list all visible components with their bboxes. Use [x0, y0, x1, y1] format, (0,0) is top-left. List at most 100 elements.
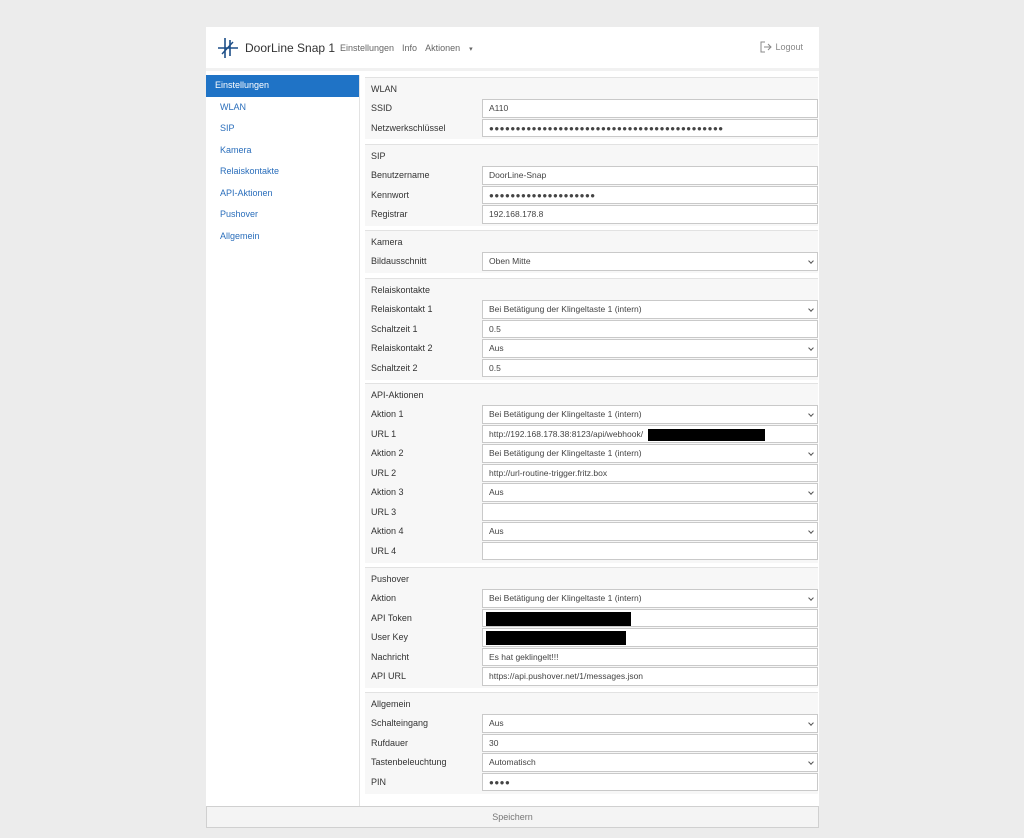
api-url3-input[interactable] [482, 502, 818, 521]
wlan-section: WLAN SSID A110 Netzwerkschlüssel ●●●●●●●… [365, 77, 818, 139]
network-key-label: Netzwerkschlüssel [371, 122, 446, 133]
sip-heading: SIP [365, 144, 818, 166]
ring-duration-input[interactable]: 30 [482, 733, 818, 752]
sip-password-row: Kennwort ●●●●●●●●●●●●●●●●●●●● [365, 185, 819, 206]
sidebar: Einstellungen WLAN SIP Kamera Relaiskont… [206, 75, 360, 806]
pushover-token-label: API Token [371, 612, 412, 623]
api-url1-input[interactable]: http://192.168.178.38:8123/api/webhook/ [482, 424, 818, 443]
api-action4-row: Aktion 4 Aus [365, 522, 819, 542]
logout-button[interactable]: Logout [760, 41, 803, 53]
api-url4-label: URL 4 [371, 545, 397, 556]
main-nav: Einstellungen Info Aktionen ▾ [340, 43, 489, 53]
api-url3-row: URL 3 [365, 502, 819, 523]
api-action1-select[interactable]: Bei Betätigung der Klingeltaste 1 (inter… [482, 405, 818, 424]
api-action4-select[interactable]: Aus [482, 522, 818, 541]
api-action1-row: Aktion 1 Bei Betätigung der Klingeltaste… [365, 405, 819, 425]
app-window: DoorLine Snap 1 Einstellungen Info Aktio… [206, 27, 819, 828]
key-light-label: Tastenbeleuchtung [371, 757, 447, 767]
sidebar-item-pushover[interactable]: Pushover [206, 204, 359, 226]
sip-registrar-label: Registrar [371, 209, 408, 219]
api-url2-input[interactable]: http://url-routine-trigger.fritz.box [482, 463, 818, 482]
nav-actions-label: Aktionen [425, 43, 461, 53]
general-ring-row: Rufdauer 30 [365, 733, 819, 754]
camera-crop-row: Bildausschnitt Oben Mitte [365, 252, 819, 272]
relay-heading: Relaiskontakte [365, 278, 818, 300]
sidebar-item-wlan[interactable]: WLAN [206, 97, 359, 119]
sip-section: SIP Benutzername DoorLine-Snap Kennwort … [365, 144, 818, 226]
caret-down-icon: ▾ [469, 46, 473, 53]
pushover-url-input[interactable]: https://api.pushover.net/1/messages.json [482, 667, 818, 686]
api-action3-select[interactable]: Aus [482, 483, 818, 502]
nav-actions[interactable]: Aktionen ▾ [425, 43, 481, 53]
pushover-action-label: Aktion [371, 593, 397, 603]
save-button[interactable]: Speichern [206, 806, 819, 828]
api-action2-label: Aktion 2 [371, 448, 404, 458]
pushover-action-select[interactable]: Bei Betätigung der Klingeltaste 1 (inter… [482, 589, 818, 608]
pushover-url-row: API URL https://api.pushover.net/1/messa… [365, 667, 819, 687]
brand[interactable]: DoorLine Snap 1 [217, 36, 335, 60]
api-action3-label: Aktion 3 [371, 487, 404, 497]
api-url1-label: URL 1 [371, 428, 397, 439]
general-input-row: Schalteingang Aus [365, 714, 819, 734]
api-heading: API-Aktionen [365, 383, 818, 405]
switch-input-select[interactable]: Aus [482, 714, 818, 733]
ring-duration-label: Rufdauer [371, 737, 409, 748]
camera-section: Kamera Bildausschnitt Oben Mitte [365, 230, 818, 273]
nav-settings[interactable]: Einstellungen [340, 43, 394, 53]
relay1-label: Relaiskontakt 1 [371, 304, 433, 314]
api-action4-label: Aktion 4 [371, 526, 404, 536]
general-pin-row: PIN ●●●● [365, 772, 819, 793]
sidebar-item-sip[interactable]: SIP [206, 118, 359, 140]
relay2-select[interactable]: Aus [482, 339, 818, 358]
pushover-message-input[interactable]: Es hat geklingelt!!! [482, 647, 818, 666]
ssid-label: SSID [371, 103, 393, 113]
sidebar-item-api-aktionen[interactable]: API-Aktionen [206, 183, 359, 205]
redacted-block [648, 428, 765, 441]
switchtime2-input[interactable]: 0.5 [482, 358, 818, 377]
api-url4-row: URL 4 [365, 541, 819, 562]
api-url2-label: URL 2 [371, 467, 397, 478]
switchtime1-row: Schaltzeit 1 0.5 [365, 319, 819, 340]
relay1-select[interactable]: Bei Betätigung der Klingeltaste 1 (inter… [482, 300, 818, 319]
relay-section: Relaiskontakte Relaiskontakt 1 Bei Betät… [365, 278, 818, 380]
logout-icon [760, 41, 773, 53]
crop-select[interactable]: Oben Mitte [482, 252, 818, 271]
top-navbar: DoorLine Snap 1 Einstellungen Info Aktio… [206, 27, 819, 71]
nav-info[interactable]: Info [402, 43, 417, 53]
api-action1-label: Aktion 1 [371, 409, 404, 419]
sidebar-item-einstellungen[interactable]: Einstellungen [206, 75, 359, 97]
brand-name: DoorLine Snap 1 [245, 41, 336, 55]
sidebar-item-relaiskontakte[interactable]: Relaiskontakte [206, 161, 359, 183]
switchtime1-input[interactable]: 0.5 [482, 319, 818, 338]
sip-user-row: Benutzername DoorLine-Snap [365, 166, 819, 186]
pushover-userkey-row: User Key [365, 628, 819, 648]
redacted-block [486, 611, 631, 626]
relay2-row: Relaiskontakt 2 Aus [365, 339, 819, 359]
api-action3-row: Aktion 3 Aus [365, 483, 819, 503]
sip-user-input[interactable]: DoorLine-Snap [482, 166, 818, 185]
relay1-row: Relaiskontakt 1 Bei Betätigung der Kling… [365, 300, 819, 320]
sip-registrar-input[interactable]: 192.168.178.8 [482, 205, 818, 224]
api-section: API-Aktionen Aktion 1 Bei Betätigung der… [365, 383, 818, 563]
pushover-userkey-label: User Key [371, 632, 409, 642]
sidebar-item-kamera[interactable]: Kamera [206, 140, 359, 162]
sidebar-item-allgemein[interactable]: Allgemein [206, 226, 359, 248]
api-url3-label: URL 3 [371, 506, 397, 517]
crop-label: Bildausschnitt [371, 256, 427, 266]
ssid-input[interactable]: A110 [482, 99, 818, 118]
pushover-heading: Pushover [365, 567, 818, 589]
sip-registrar-row: Registrar 192.168.178.8 [365, 205, 819, 225]
pin-input[interactable]: ●●●● [482, 772, 818, 791]
network-key-input[interactable]: ●●●●●●●●●●●●●●●●●●●●●●●●●●●●●●●●●●●●●●●●… [482, 118, 818, 137]
switchtime2-label: Schaltzeit 2 [371, 362, 418, 373]
sip-password-input[interactable]: ●●●●●●●●●●●●●●●●●●●● [482, 185, 818, 204]
api-url1-row: URL 1 http://192.168.178.38:8123/api/web… [365, 424, 819, 445]
wlan-heading: WLAN [365, 77, 818, 99]
api-action2-select[interactable]: Bei Betätigung der Klingeltaste 1 (inter… [482, 444, 818, 463]
pushover-url-label: API URL [371, 671, 407, 681]
pushover-userkey-input[interactable] [482, 628, 818, 647]
api-url4-input[interactable] [482, 541, 818, 560]
relay2-label: Relaiskontakt 2 [371, 343, 433, 353]
pushover-token-input[interactable] [482, 608, 818, 627]
key-light-select[interactable]: Automatisch [482, 753, 818, 772]
